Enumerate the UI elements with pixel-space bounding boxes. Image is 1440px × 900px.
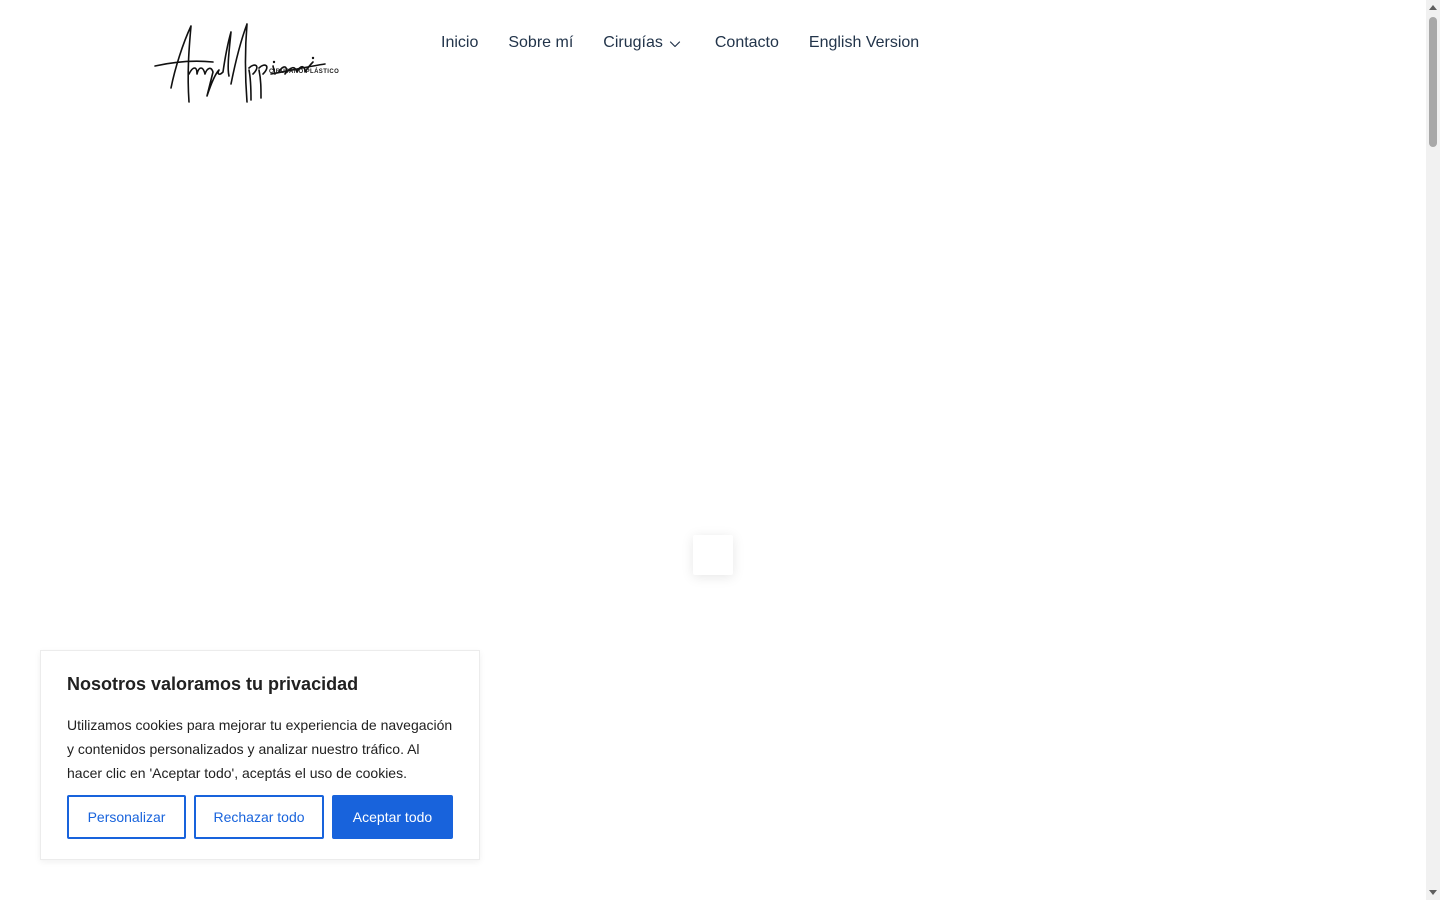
scroll-up-arrow-icon[interactable] <box>1429 5 1437 10</box>
site-logo[interactable]: CIRUJANO PLÁSTICO <box>153 18 339 106</box>
nav-item-label: Inicio <box>441 34 479 51</box>
nav-item-label: Contacto <box>714 34 779 51</box>
accept-all-button[interactable]: Aceptar todo <box>332 795 453 839</box>
nav-item-english-version[interactable]: English Version <box>809 34 919 52</box>
scroll-thumb[interactable] <box>1429 17 1437 147</box>
nav-item-label: Cirugías <box>603 34 663 51</box>
cookie-buttons: Personalizar Rechazar todo Aceptar todo <box>67 795 453 839</box>
nav-item-cirugias[interactable]: Cirugías <box>603 34 681 52</box>
site-header: CIRUJANO PLÁSTICO Inicio Sobre mí Cirugí… <box>0 0 1426 110</box>
scroll-down-arrow-icon[interactable] <box>1429 890 1437 895</box>
nav-item-label: Sobre mí <box>508 34 574 51</box>
cookie-description: Utilizamos cookies para mejorar tu exper… <box>67 717 453 781</box>
vertical-scrollbar[interactable] <box>1426 0 1440 900</box>
nav-item-sobre-mi[interactable]: Sobre mí <box>508 34 573 52</box>
signature-logo-graphic <box>154 23 326 103</box>
nav-item-label: English Version <box>808 34 920 51</box>
page: CIRUJANO PLÁSTICO Inicio Sobre mí Cirugí… <box>0 0 1440 900</box>
chevron-down-icon <box>669 37 681 49</box>
cookie-consent-banner: Nosotros valoramos tu privacidad Utiliza… <box>40 650 480 860</box>
main-nav: Inicio Sobre mí Cirugías Contacto Englis… <box>441 30 919 56</box>
page-loader <box>693 535 733 575</box>
nav-item-inicio[interactable]: Inicio <box>441 34 478 52</box>
nav-item-contacto[interactable]: Contacto <box>715 34 779 52</box>
logo-subtitle: CIRUJANO PLÁSTICO <box>269 69 340 75</box>
customize-button[interactable]: Personalizar <box>67 795 186 839</box>
cookie-title: Nosotros valoramos tu privacidad <box>67 674 359 694</box>
reject-all-button[interactable]: Rechazar todo <box>194 795 324 839</box>
